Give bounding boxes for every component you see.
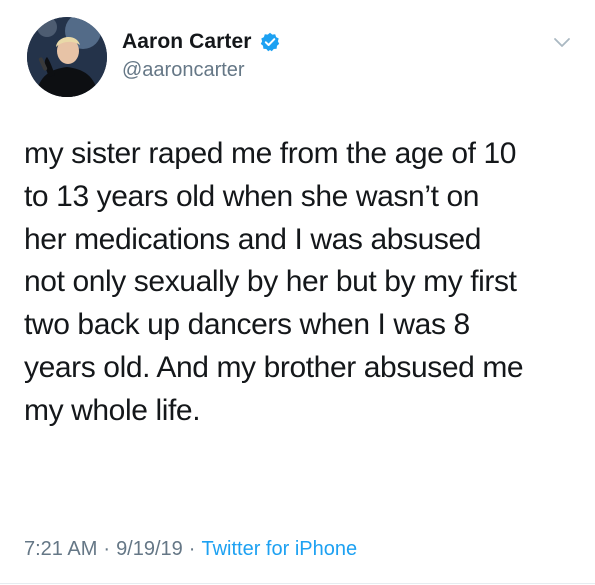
tweet-source[interactable]: Twitter for iPhone xyxy=(201,538,357,561)
divider xyxy=(0,583,595,584)
verified-badge-icon xyxy=(260,32,280,52)
tweet-meta: 7:21 AM · 9/19/19 · Twitter for iPhone xyxy=(24,538,357,561)
chevron-down-icon[interactable] xyxy=(553,36,571,48)
user-handle[interactable]: @aaroncarter xyxy=(122,59,245,82)
tweet-date[interactable]: 9/19/19 xyxy=(116,538,183,561)
tweet-time[interactable]: 7:21 AM xyxy=(24,538,97,561)
meta-separator: · xyxy=(188,538,196,560)
tweet-card: Aaron Carter @aaroncarter my sister rape… xyxy=(0,0,595,585)
display-name[interactable]: Aaron Carter xyxy=(122,30,252,54)
tweet-text: my sister raped me from the age of 10 to… xyxy=(24,137,524,427)
meta-separator: · xyxy=(103,538,111,560)
author-name-row[interactable]: Aaron Carter xyxy=(122,28,280,56)
avatar[interactable] xyxy=(27,17,107,97)
profile-photo-icon xyxy=(27,17,107,97)
